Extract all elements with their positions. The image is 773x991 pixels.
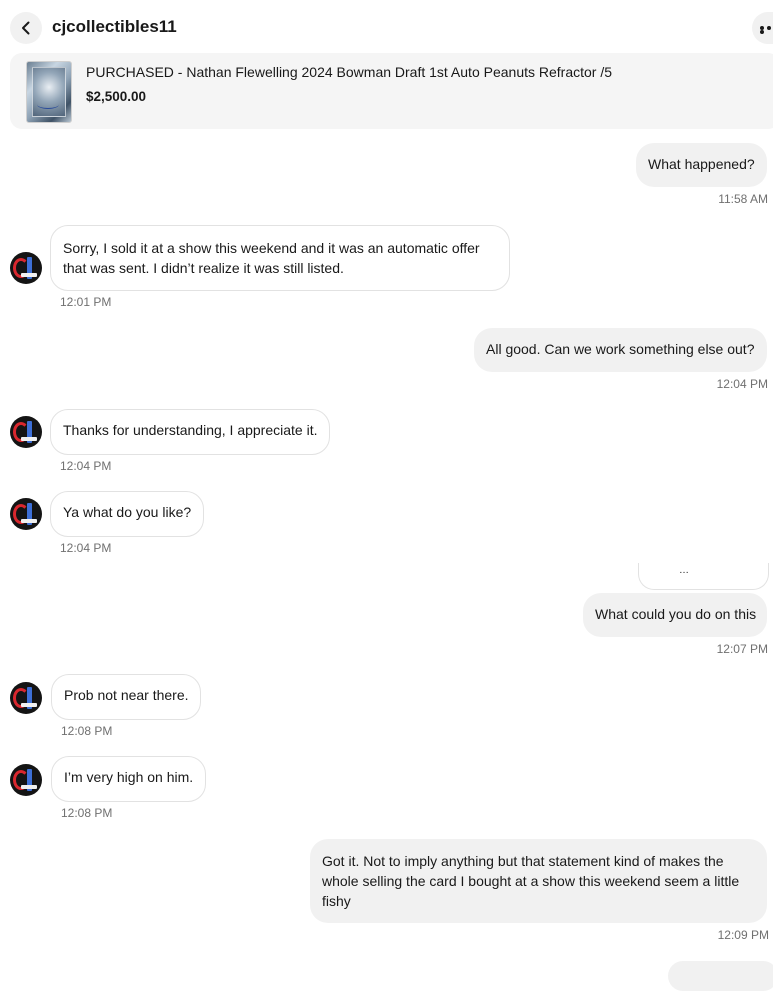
- message-attachment-partial[interactable]: …: [638, 563, 769, 590]
- message-bubble-incoming[interactable]: Thanks for understanding, I appreciate i…: [50, 409, 330, 455]
- message-bubble-outgoing[interactable]: All good. Can we work something else out…: [474, 328, 767, 372]
- message-timestamp: 12:04 PM: [716, 377, 768, 391]
- seller-avatar[interactable]: [10, 416, 42, 448]
- listing-card[interactable]: PURCHASED - Nathan Flewelling 2024 Bowma…: [10, 53, 773, 129]
- message-text: Prob not near there.: [64, 687, 189, 703]
- seller-avatar[interactable]: [10, 498, 42, 530]
- message-text: All good. Can we work something else out…: [486, 341, 755, 357]
- message-bubble-incoming[interactable]: Ya what do you like?: [50, 491, 204, 537]
- attachment-placeholder: …: [679, 565, 689, 576]
- message-timestamp: 11:58 AM: [718, 192, 768, 206]
- seller-avatar[interactable]: [10, 252, 42, 284]
- listing-title: PURCHASED - Nathan Flewelling 2024 Bowma…: [86, 64, 613, 80]
- seller-avatar[interactable]: [10, 682, 42, 714]
- message-text-line: Got it. Not to imply anything but that s…: [322, 853, 724, 869]
- message-timestamp: 12:07 PM: [716, 642, 768, 656]
- more-options-button[interactable]: [752, 12, 773, 44]
- message-text-line: whole selling the card I bought at a sho…: [322, 873, 740, 889]
- more-horizontal-icon: [760, 26, 773, 34]
- message-text: I’m very high on him.: [64, 769, 194, 785]
- message-timestamp: 12:09 PM: [717, 928, 769, 942]
- listing-price: $2,500.00: [86, 89, 147, 104]
- message-bubble-outgoing[interactable]: Got it. Not to imply anything but that s…: [310, 839, 767, 923]
- message-bubble-incoming[interactable]: Prob not near there.: [51, 674, 201, 720]
- message-text-line: fishy: [322, 893, 351, 909]
- message-timestamp: 12:08 PM: [61, 724, 113, 738]
- item-thumbnail[interactable]: [26, 61, 72, 123]
- message-text-line: that was sent. I didn’t realize it was s…: [63, 260, 344, 276]
- back-button[interactable]: [10, 12, 42, 44]
- message-bubble-outgoing-cutoff[interactable]: [668, 961, 773, 991]
- message-bubble-incoming[interactable]: Sorry, I sold it at a show this weekend …: [50, 225, 510, 291]
- message-timestamp: 12:08 PM: [61, 806, 113, 820]
- message-timestamp: 12:04 PM: [60, 459, 112, 473]
- chevron-left-icon: [22, 21, 30, 35]
- message-text: What happened?: [648, 156, 755, 172]
- message-text: Ya what do you like?: [63, 504, 192, 520]
- message-timestamp: 12:01 PM: [60, 295, 112, 309]
- conversation-title: cjcollectibles11: [52, 17, 177, 36]
- message-text: Thanks for understanding, I appreciate i…: [63, 422, 318, 438]
- seller-avatar[interactable]: [10, 764, 42, 796]
- message-text-line: Sorry, I sold it at a show this weekend …: [63, 240, 480, 256]
- message-bubble-outgoing[interactable]: What happened?: [636, 143, 767, 187]
- message-bubble-outgoing[interactable]: What could you do on this: [583, 593, 767, 637]
- message-timestamp: 12:04 PM: [60, 541, 112, 555]
- message-bubble-incoming[interactable]: I’m very high on him.: [51, 756, 206, 802]
- message-text: What could you do on this: [595, 606, 757, 622]
